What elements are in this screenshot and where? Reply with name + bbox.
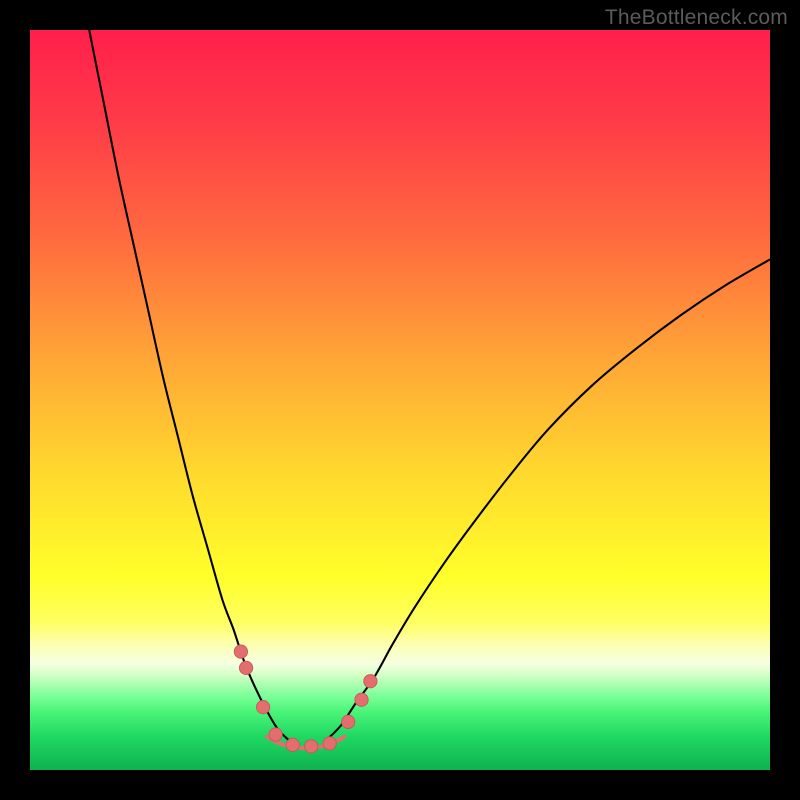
left-curve — [89, 30, 289, 740]
marker-dot — [286, 738, 299, 751]
watermark-text: TheBottleneck.com — [605, 6, 788, 30]
marker-dot — [256, 700, 269, 713]
marker-dot — [323, 737, 336, 750]
marker-dot — [239, 661, 252, 674]
plot-area — [30, 30, 770, 770]
marker-dot — [269, 728, 282, 741]
outer-frame: TheBottleneck.com — [0, 0, 800, 800]
marker-dot — [355, 693, 368, 706]
curve-layer — [30, 30, 770, 770]
marker-dot — [234, 645, 247, 658]
right-curve — [326, 259, 770, 740]
marker-dot — [305, 740, 318, 753]
markers-group — [234, 645, 377, 753]
marker-dot — [342, 715, 355, 728]
marker-dot — [364, 675, 377, 688]
